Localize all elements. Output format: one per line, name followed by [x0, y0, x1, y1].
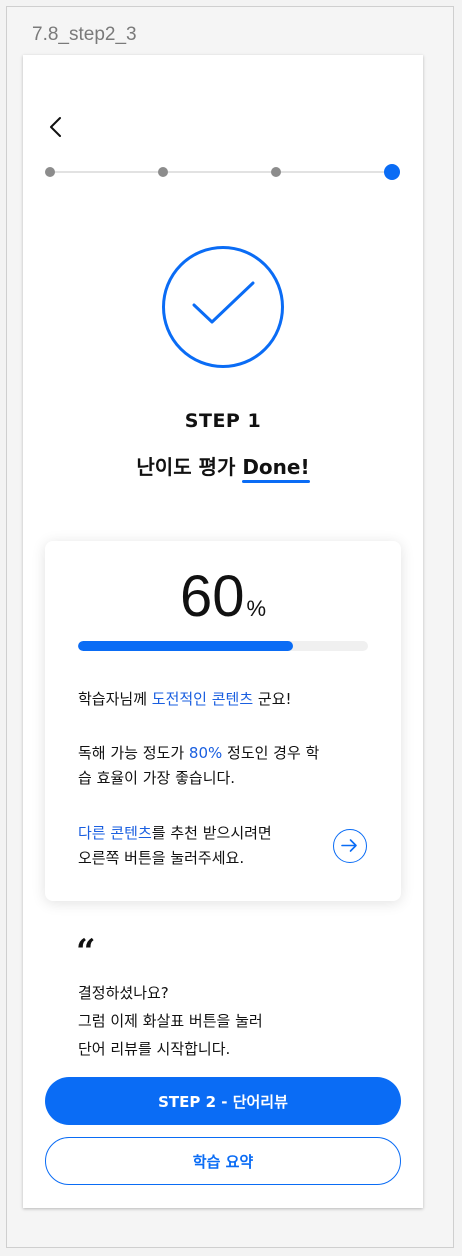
learning-summary-button[interactable]: 학습 요약: [45, 1137, 401, 1185]
result-card: 60% 학습자님께 도전적인 콘텐츠 군요! 독해 가능 정도가 80% 정도인…: [45, 541, 401, 901]
progress-bar: [78, 641, 368, 651]
message-text: 를 추천 받으시려면: [151, 824, 272, 842]
arrow-right-icon: [341, 839, 357, 852]
stepper-track: [50, 171, 395, 173]
quote-line: 단어 리뷰를 시작합니다.: [78, 1040, 231, 1058]
step2-word-review-button[interactable]: STEP 2 - 단어리뷰: [45, 1077, 401, 1125]
quote-line: 그럼 이제 화살표 버튼을 눌러: [78, 1012, 263, 1030]
quote-icon: “: [76, 932, 96, 972]
percent-value: 60: [179, 564, 245, 629]
message-highlight: 도전적인 콘텐츠: [151, 690, 254, 708]
step-dot-2: [158, 167, 168, 177]
percent-unit: %: [246, 596, 267, 621]
message-text: 학습자님께: [78, 690, 152, 708]
step-label: STEP 1: [184, 410, 262, 432]
back-button[interactable]: [45, 115, 69, 139]
mobile-screen: STEP 1 난이도 평가 Done! 60% 학습자님께 도전적인 콘텐츠 군…: [23, 55, 423, 1208]
result-message-3: 다른 콘텐츠를 추천 받으시려면 오른쪽 버튼을 눌러주세요.: [78, 821, 272, 871]
quote-line: 결정하셨나요?: [78, 984, 169, 1002]
completion-title-prefix: 난이도 평가: [136, 455, 243, 479]
message-text: 습 효율이 가장 좋습니다.: [78, 769, 236, 787]
step-dot-4-active: [384, 164, 400, 180]
step-dot-3: [271, 167, 281, 177]
completion-title-highlight: Done!: [242, 455, 310, 483]
result-message-2: 독해 가능 정도가 80% 정도인 경우 학 습 효율이 가장 좋습니다.: [78, 741, 319, 791]
message-text: 독해 가능 정도가: [78, 744, 189, 762]
message-highlight: 80%: [188, 744, 223, 762]
other-content-link: 다른 콘텐츠: [78, 824, 152, 842]
message-text: 군요!: [253, 690, 292, 708]
result-message-1: 학습자님께 도전적인 콘텐츠 군요!: [78, 687, 292, 712]
completion-title: 난이도 평가 Done!: [23, 451, 423, 483]
recommend-other-content-button[interactable]: [333, 829, 367, 863]
message-text: 오른쪽 버튼을 눌러주세요.: [78, 849, 245, 867]
chevron-left-icon: [50, 117, 61, 137]
quote-text: 결정하셨나요? 그럼 이제 화살표 버튼을 눌러 단어 리뷰를 시작합니다.: [78, 979, 263, 1063]
progress-stepper: [45, 164, 403, 184]
message-text: 정도인 경우 학: [222, 744, 320, 762]
progress-bar-fill: [78, 641, 293, 651]
check-circle-icon: [162, 246, 284, 368]
step-dot-1: [45, 167, 55, 177]
artboard-label: 7.8_step2_3: [32, 24, 137, 45]
percent-readout: 60%: [45, 563, 401, 630]
